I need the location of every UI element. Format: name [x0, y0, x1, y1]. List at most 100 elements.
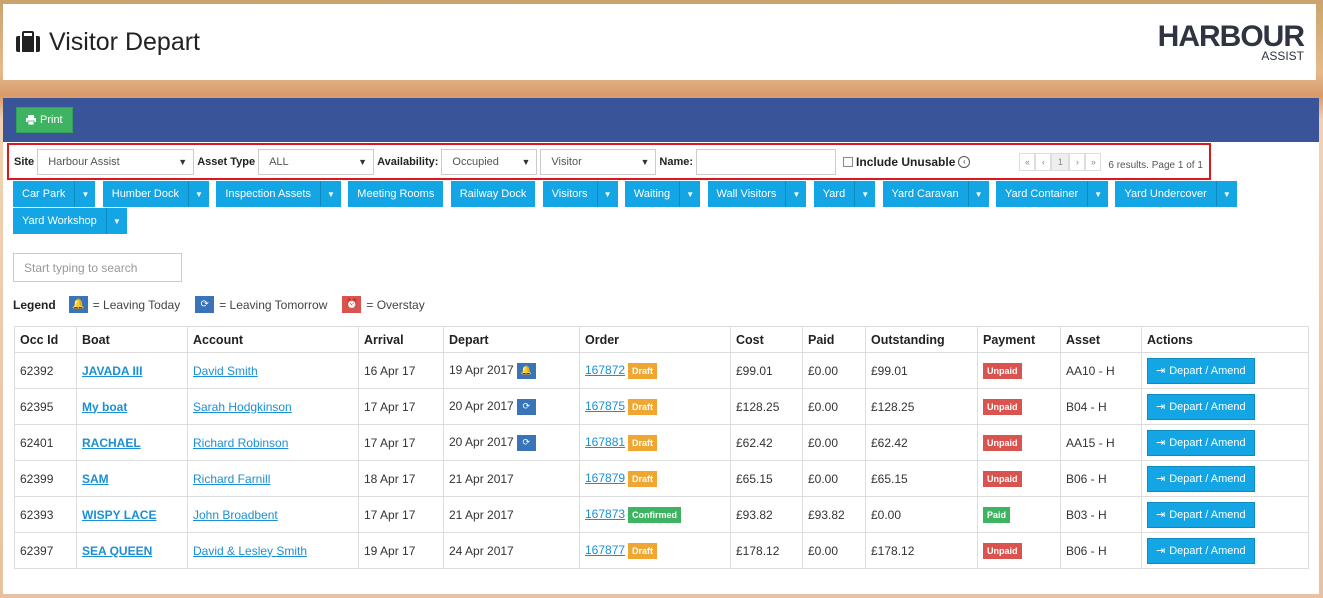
tab-label[interactable]: Meeting Rooms [348, 181, 444, 207]
order-status-badge: Draft [628, 434, 658, 451]
pager-first[interactable]: « [1019, 152, 1036, 171]
search-input[interactable]: Start typing to search [13, 253, 182, 282]
tab-yard-container[interactable]: Yard Container ▼ [995, 181, 1109, 207]
boat-link[interactable]: RACHAEL [82, 436, 141, 450]
payment-status-badge: Unpaid [983, 470, 1022, 487]
name-input[interactable] [696, 148, 837, 175]
tab-label[interactable]: Waiting [624, 181, 681, 207]
account-link[interactable]: Richard Farnill [193, 472, 270, 486]
tab-wall-visitors[interactable]: Wall Visitors ▼ [707, 181, 807, 207]
tab-label[interactable]: Yard [813, 181, 856, 207]
order-link[interactable]: 167875 [585, 399, 625, 413]
depart-amend-button[interactable]: ⇥ Depart / Amend [1147, 537, 1255, 564]
depart-amend-label: Depart / Amend [1169, 436, 1246, 449]
boat-link[interactable]: My boat [82, 400, 127, 414]
caret-down-icon[interactable]: ▼ [680, 181, 701, 207]
tab-label[interactable]: Railway Dock [450, 181, 536, 207]
boat-link[interactable]: SAM [82, 472, 109, 486]
account-link[interactable]: David & Lesley Smith [193, 544, 307, 558]
boat-link[interactable]: JAVADA III [82, 364, 142, 378]
account-link[interactable]: John Broadbent [193, 508, 278, 522]
tab-label[interactable]: Humber Dock [102, 181, 189, 207]
account-link[interactable]: Sarah Hodgkinson [193, 400, 292, 414]
tab-railway-dock[interactable]: Railway Dock [450, 181, 536, 207]
cost: £178.12 [730, 532, 803, 569]
info-icon[interactable]: ‹ [958, 155, 971, 168]
tab-label[interactable]: Wall Visitors [707, 181, 787, 207]
order-link[interactable]: 167873 [585, 507, 625, 521]
depart-amend-button[interactable]: ⇥ Depart / Amend [1147, 501, 1255, 528]
arrival-date: 16 Apr 17 [358, 352, 444, 389]
include-unusable-label: Include Unusable [856, 154, 956, 169]
include-unusable-checkbox[interactable] [843, 156, 854, 167]
depart-amend-button[interactable]: ⇥ Depart / Amend [1147, 465, 1255, 492]
order-link[interactable]: 167872 [585, 363, 625, 377]
tab-car-park[interactable]: Car Park ▼ [13, 181, 96, 207]
boat-link[interactable]: WISPY LACE [82, 508, 156, 522]
account-link[interactable]: David Smith [193, 364, 258, 378]
sign-out-icon: ⇥ [1156, 401, 1166, 413]
tab-waiting[interactable]: Waiting ▼ [624, 181, 701, 207]
tab-label[interactable]: Yard Container [995, 181, 1089, 207]
caret-down-icon[interactable]: ▼ [1216, 181, 1237, 207]
refresh-icon: ⟳ [516, 398, 536, 415]
printer-icon [26, 115, 36, 125]
tab-yard-undercover[interactable]: Yard Undercover ▼ [1115, 181, 1237, 207]
availability-select[interactable]: Occupied ▼ [441, 148, 538, 175]
caret-down-icon[interactable]: ▼ [786, 181, 807, 207]
tab-yard-caravan[interactable]: Yard Caravan ▼ [882, 181, 989, 207]
caret-down-icon[interactable]: ▼ [75, 181, 96, 207]
caret-down-icon[interactable]: ▼ [106, 208, 127, 234]
account-link[interactable]: Richard Robinson [193, 436, 288, 450]
tab-label[interactable]: Yard Undercover [1115, 181, 1217, 207]
caret-down-icon: ▼ [640, 156, 650, 167]
caret-down-icon[interactable]: ▼ [189, 181, 209, 207]
legend-leaving-today: = Leaving Today [92, 297, 181, 312]
depart-amend-label: Depart / Amend [1169, 400, 1246, 413]
asset-type-select[interactable]: ALL ▼ [258, 148, 375, 175]
outstanding: £178.12 [865, 532, 978, 569]
visitor-select-value: Visitor [551, 155, 582, 168]
tab-label[interactable]: Visitors [542, 181, 598, 207]
tab-inspection-assets[interactable]: Inspection Assets ▼ [216, 181, 341, 207]
caret-down-icon[interactable]: ▼ [855, 181, 876, 207]
order-status-badge: Draft [628, 398, 658, 415]
tab-yard[interactable]: Yard ▼ [813, 181, 876, 207]
depart-amend-button[interactable]: ⇥ Depart / Amend [1147, 429, 1255, 456]
caret-down-icon[interactable]: ▼ [320, 181, 341, 207]
caret-down-icon[interactable]: ▼ [968, 181, 989, 207]
caret-down-icon[interactable]: ▼ [1088, 181, 1109, 207]
print-button[interactable]: Print [16, 107, 73, 133]
tab-label[interactable]: Yard Caravan [882, 181, 969, 207]
order-link[interactable]: 167877 [585, 543, 625, 557]
paid: £0.00 [802, 388, 866, 425]
pager-page-1[interactable]: 1 [1051, 152, 1070, 171]
pager-prev[interactable]: ‹ [1035, 152, 1052, 171]
visitor-select[interactable]: Visitor ▼ [540, 148, 657, 175]
tab-label[interactable]: Yard Workshop [13, 208, 107, 234]
pager-next[interactable]: › [1069, 152, 1086, 171]
site-select[interactable]: Harbour Assist ▼ [37, 148, 195, 175]
tab-yard-workshop[interactable]: Yard Workshop ▼ [13, 208, 127, 234]
depart-amend-button[interactable]: ⇥ Depart / Amend [1147, 357, 1255, 384]
cost: £62.42 [730, 424, 803, 461]
payment-status-badge: Unpaid [983, 398, 1022, 415]
order-link[interactable]: 167879 [585, 471, 625, 485]
tab-label[interactable]: Car Park [13, 181, 76, 207]
caret-down-icon: ▼ [358, 156, 368, 167]
site-select-value: Harbour Assist [48, 155, 120, 168]
depart-amend-button[interactable]: ⇥ Depart / Amend [1147, 393, 1255, 420]
depart-date: 24 Apr 2017 [449, 543, 514, 558]
caret-down-icon: ▼ [521, 156, 531, 167]
tab-meeting-rooms[interactable]: Meeting Rooms [348, 181, 444, 207]
site-label: Site [14, 155, 35, 168]
boat-link[interactable]: SEA QUEEN [82, 544, 152, 558]
outstanding: £62.42 [865, 424, 978, 461]
pager-last[interactable]: » [1085, 152, 1102, 171]
tab-visitors[interactable]: Visitors ▼ [542, 181, 618, 207]
tab-humber-dock[interactable]: Humber Dock ▼ [102, 181, 209, 207]
asset: B03 - H [1060, 496, 1142, 533]
caret-down-icon[interactable]: ▼ [597, 181, 618, 207]
tab-label[interactable]: Inspection Assets [216, 181, 321, 207]
order-link[interactable]: 167881 [585, 435, 625, 449]
